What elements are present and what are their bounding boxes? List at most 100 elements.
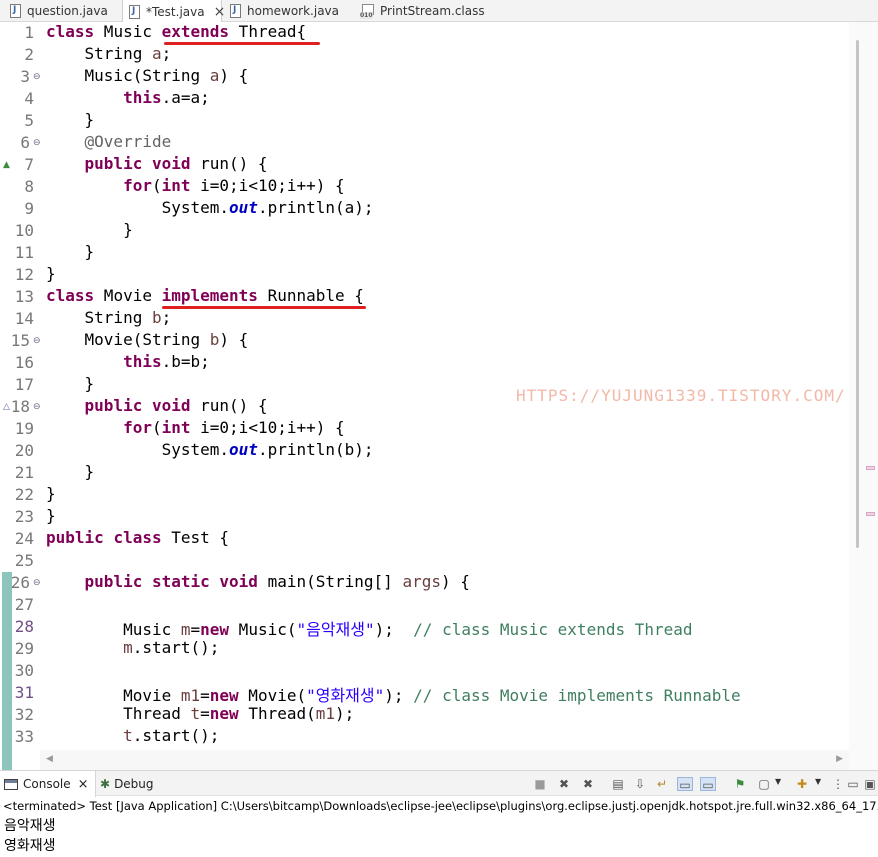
console-process-status: <terminated> Test [Java Application] C:\… [3,799,878,813]
close-icon[interactable]: × [78,777,89,792]
chevron-down-icon[interactable]: ▼ [815,777,821,786]
overview-ruler-marker[interactable] [866,466,875,470]
line-number: 32 [14,705,34,724]
tab-homework-java[interactable]: homework.java [224,0,339,22]
horizontal-scrollbar[interactable]: ◀ ▶ [40,750,849,770]
console-view-toolbar: Console × ✱ Debug ■ ✖ ✖ ▤ ⇩ ↵ ▭ ▭ ⚑ ▢ ▼ … [0,770,878,797]
line-number: 26 [10,573,30,592]
line-number: 22 [14,485,34,504]
line-number: 16 [14,353,34,372]
line-number: 6 [20,133,30,152]
code-line: } [46,462,95,481]
console-icon [4,778,18,790]
code-line: this.a=a; [123,88,210,107]
code-line: public class Test { [46,528,230,547]
remove-launch-icon[interactable]: ✖ [556,777,572,791]
line-number: 30 [14,661,34,680]
line-number: 21 [14,463,34,482]
remove-all-terminated-icon[interactable]: ✖ [580,777,596,791]
code-line: System.out.println(b); [46,440,374,459]
code-line: String b; [46,308,172,327]
minimize-icon[interactable]: ▭ [845,777,861,791]
fold-collapse-icon[interactable]: ⊖ [33,396,41,418]
line-number-ruler: 1 2 3 ⊖ 4 5 6 ⊖ ▲ 7 8 9 10 11 12 13 14 1… [0,22,41,770]
class-file-icon [360,4,374,19]
line-number: 27 [14,595,34,614]
line-number: 17 [14,375,34,394]
pin-console-icon[interactable]: ⚑ [732,777,748,791]
terminate-icon[interactable]: ■ [532,777,548,791]
clear-console-icon[interactable]: ▤ [610,777,626,791]
code-line: public void run() { [84,396,268,415]
code-line: Music m=new Music("음악재생"); // class Musi… [46,620,693,639]
tab-debug[interactable]: ✱ Debug [100,771,154,797]
line-number: 5 [24,111,34,130]
tab-label: question.java [27,4,108,18]
line-number: 4 [24,89,34,108]
line-number: 18 [10,397,30,416]
line-number: 23 [14,507,34,526]
line-number: 20 [14,441,34,460]
line-number: 14 [14,309,34,328]
console-output-line: 음악재생 [4,818,56,834]
line-number: 11 [14,243,34,262]
code-editor[interactable]: 1 2 3 ⊖ 4 5 6 ⊖ ▲ 7 8 9 10 11 12 13 14 1… [0,22,878,770]
code-line: } [46,506,56,525]
line-number: 2 [24,45,34,64]
word-wrap-icon[interactable]: ↵ [654,777,670,791]
tab-label: *Test.java [146,4,205,19]
overview-ruler-marker[interactable] [866,512,875,516]
console-output-line: 영화재생 [4,838,56,854]
tab-test-java[interactable]: *Test.java × [122,0,225,23]
code-line: } [46,264,56,283]
scroll-right-icon[interactable]: ▶ [836,754,843,764]
line-number: 15 [10,331,30,350]
code-line: Movie m1=new Movie("영화재생"); // class Mov… [46,686,741,705]
fold-collapse-icon[interactable]: ⊖ [33,330,41,352]
line-number: 24 [14,529,34,548]
line-number: 31 [14,683,34,702]
tab-question-java[interactable]: question.java [4,0,108,22]
show-on-stderr-icon[interactable]: ▭ [700,777,716,792]
scroll-lock-icon[interactable]: ⇩ [632,777,648,791]
code-line: public static void main(String[] args) { [84,572,470,591]
view-menu-icon[interactable]: ⋮ [830,777,846,791]
scroll-thumb[interactable] [856,40,859,548]
code-line: String a; [46,44,172,63]
maximize-icon[interactable]: ▣ [862,777,878,791]
watermark-text: HTTPS://YUJUNG1339.TISTORY.COM/ [516,386,846,405]
line-number: 28 [14,617,34,636]
fold-collapse-icon[interactable]: ⊖ [33,572,41,594]
line-number: 10 [14,221,34,240]
fold-collapse-icon[interactable]: ⊖ [33,66,41,88]
code-line: t.start(); [123,726,220,745]
red-underline-annotation [162,306,366,309]
tab-console[interactable]: Console × [0,771,96,797]
display-selected-console-icon[interactable]: ▢ [756,777,772,791]
tab-label: homework.java [247,4,340,18]
code-line: Thread t=new Thread(m1); [46,704,355,723]
code-line: } [46,110,95,129]
tab-printstream-class[interactable]: PrintStream.class [354,0,485,22]
line-number: 19 [14,419,34,438]
line-number: 8 [24,177,34,196]
editor-tab-bar: question.java *Test.java × homework.java… [0,0,878,23]
line-number: 29 [14,639,34,658]
line-number: 1 [24,23,34,42]
code-line: } [46,242,95,261]
java-file-icon [10,4,21,18]
code-line: Music(String a) { [46,66,249,85]
open-console-icon[interactable]: ✚ [794,777,810,791]
code-line: class Movie implements Runnable { [46,286,364,305]
code-line: } [46,484,56,503]
code-line: this.b=b; [123,352,210,371]
fold-collapse-icon[interactable]: ⊖ [33,132,41,154]
chevron-down-icon[interactable]: ▼ [775,777,781,786]
line-number: 13 [14,287,34,306]
show-on-stdout-icon[interactable]: ▭ [677,777,693,792]
scroll-left-icon[interactable]: ◀ [46,754,53,764]
code-line: } [46,374,95,393]
line-number: 25 [14,551,34,570]
vertical-scrollbar[interactable] [849,22,878,770]
line-number: 3 [20,67,30,86]
